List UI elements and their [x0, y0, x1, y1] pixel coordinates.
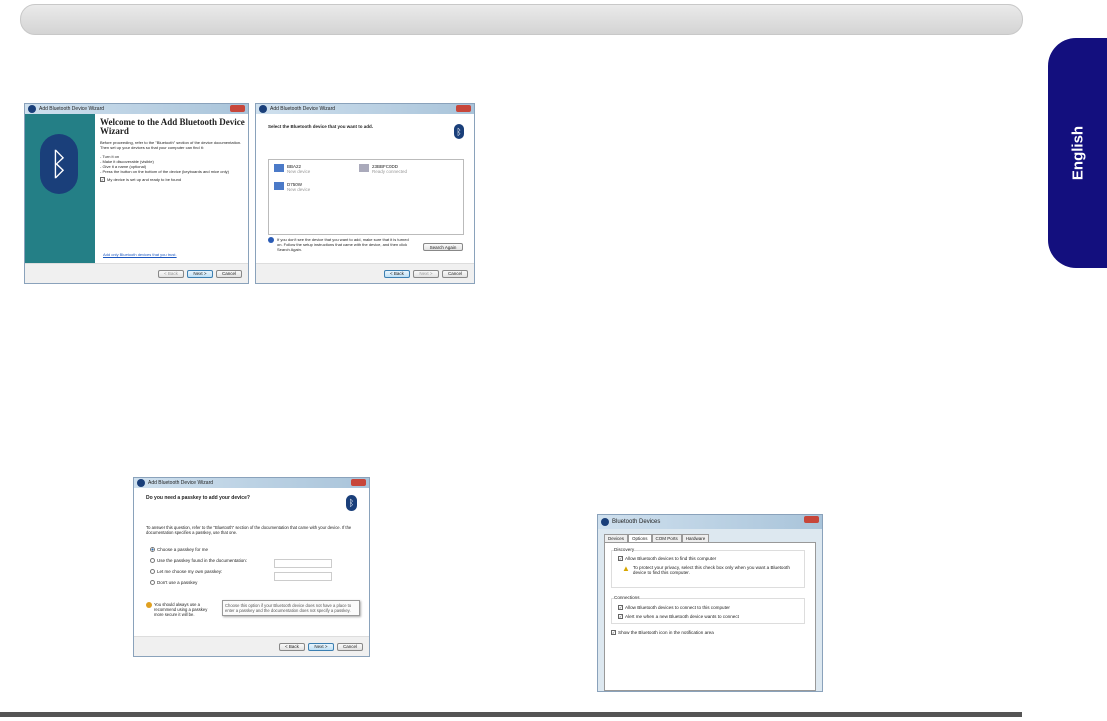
alert-checkbox[interactable]: ✓ Alert me when a new Bluetooth device wa…	[618, 614, 739, 619]
info-icon	[268, 237, 274, 243]
tooltip: Choose this option if your Bluetooth dev…	[222, 600, 360, 616]
bluetooth-icon	[259, 105, 267, 113]
radio-no-passkey[interactable]: Don't use a passkey	[150, 580, 247, 585]
own-passkey-input[interactable]	[274, 572, 332, 581]
bluetooth-icon	[137, 479, 145, 487]
next-button[interactable]: Next >	[308, 642, 334, 651]
footer-rule	[0, 712, 1022, 717]
title-bar: Add Bluetooth Device Wizard	[134, 478, 369, 488]
next-button[interactable]: Next >	[187, 269, 213, 278]
close-icon[interactable]	[351, 479, 366, 486]
device-list[interactable]: BBA22 New device 23BBFC0DD Ready connected…	[268, 159, 464, 235]
allow-connect-checkbox[interactable]: ✓ Allow Bluetooth devices to connect to t…	[618, 605, 730, 610]
cancel-button[interactable]: Cancel	[337, 642, 363, 651]
language-tab: English	[1048, 38, 1107, 268]
documentation-passkey-input[interactable]	[274, 559, 332, 568]
search-again-button[interactable]: Search Again	[423, 243, 463, 251]
bluetooth-icon	[28, 105, 36, 113]
device-item[interactable]: D750W New device	[274, 182, 310, 192]
trust-link[interactable]: Add only Bluetooth devices that you trus…	[103, 252, 177, 257]
wizard-heading: Welcome to the Add Bluetooth Device Wiza…	[100, 117, 245, 136]
select-device-screenshot: Add Bluetooth Device Wizard Select the B…	[255, 103, 475, 284]
title-bar: Bluetooth Devices	[598, 515, 822, 529]
cancel-button[interactable]: Cancel	[442, 269, 468, 278]
bluetooth-logo-icon: ᛒ	[454, 124, 464, 139]
wizard-heading: Select the Bluetooth device that you wan…	[268, 124, 374, 129]
close-icon[interactable]	[230, 105, 245, 112]
radio-choose-passkey[interactable]: Choose a passkey for me	[150, 547, 247, 552]
passkey-wizard-screenshot: Add Bluetooth Device Wizard Do you need …	[133, 477, 370, 657]
bluetooth-icon	[601, 518, 609, 526]
cancel-button[interactable]: Cancel	[216, 269, 242, 278]
allow-find-checkbox[interactable]: ✓ Allow Bluetooth devices to find this co…	[618, 556, 716, 561]
back-button[interactable]: < Back	[158, 269, 184, 278]
wizard-heading: Do you need a passkey to add your device…	[146, 495, 250, 501]
device-item[interactable]: 23BBFC0DD Ready connected	[359, 164, 407, 174]
wizard-banner: ᛒ	[25, 114, 95, 265]
back-button[interactable]: < Back	[279, 642, 305, 651]
bluetooth-logo-icon: ᛒ	[346, 495, 357, 511]
title-bar: Add Bluetooth Device Wizard	[256, 104, 474, 114]
next-button[interactable]: Next >	[413, 269, 439, 278]
show-icon-checkbox[interactable]: ✓ Show the Bluetooth icon in the notifica…	[611, 630, 714, 635]
warning-shield-icon	[146, 602, 152, 608]
page-header-bar	[20, 4, 1023, 35]
warning-icon: ▲	[622, 564, 630, 573]
radio-documentation-passkey[interactable]: Use the passkey found in the documentati…	[150, 558, 247, 563]
close-icon[interactable]	[456, 105, 471, 112]
bluetooth-devices-screenshot: Bluetooth Devices Devices Options COM Po…	[597, 514, 823, 692]
device-item[interactable]: BBA22 New device	[274, 164, 310, 174]
bluetooth-logo-icon: ᛒ	[40, 134, 78, 194]
welcome-wizard-screenshot: Add Bluetooth Device Wizard ᛒ Welcome to…	[24, 103, 249, 284]
ready-checkbox[interactable]: ✓ My device is set up and ready to be fou…	[100, 177, 245, 182]
radio-own-passkey[interactable]: Let me choose my own passkey:	[150, 569, 247, 574]
title-bar: Add Bluetooth Device Wizard	[25, 104, 248, 114]
back-button[interactable]: < Back	[384, 269, 410, 278]
close-icon[interactable]	[804, 516, 819, 523]
